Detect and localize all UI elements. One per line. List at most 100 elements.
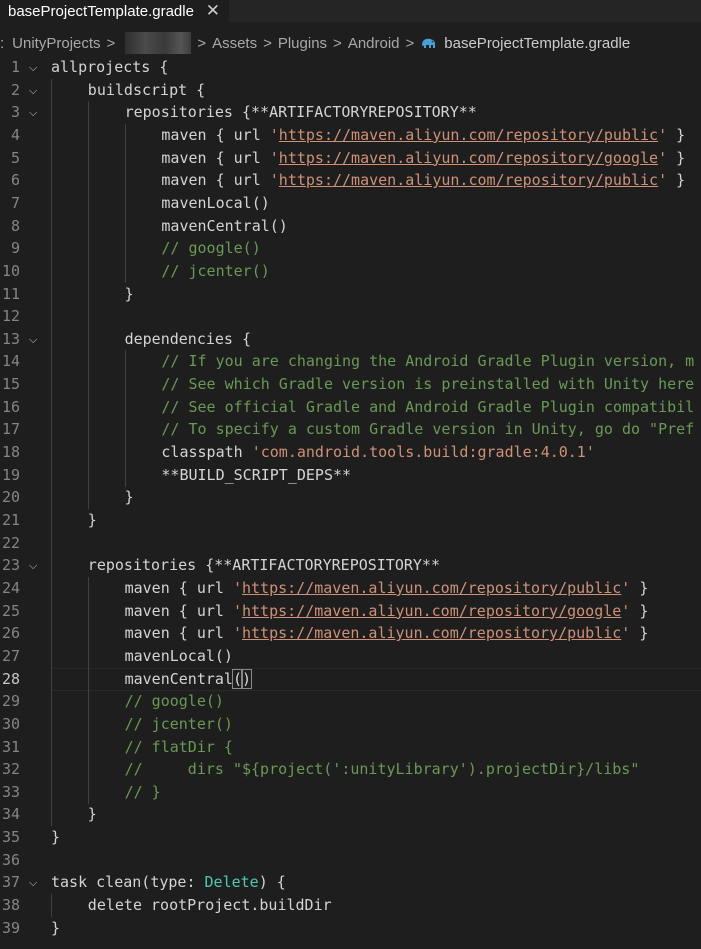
line-number: 1 <box>10 58 20 76</box>
code-line[interactable]: 22 <box>0 531 701 555</box>
breadcrumb-file[interactable]: baseProjectTemplate.gradle <box>444 35 630 52</box>
code-line[interactable]: 26 maven { url 'https://maven.aliyun.com/… <box>0 622 701 646</box>
fold-chevron-icon[interactable]: ⌵ <box>29 79 43 102</box>
code-line[interactable]: 25 maven { url 'https://maven.aliyun.com/… <box>0 599 701 623</box>
code-text: // To specify a custom Gradle version in… <box>161 418 694 441</box>
indent-guide <box>87 327 89 351</box>
indent-guide <box>87 282 89 306</box>
breadcrumb-item-assets[interactable]: Assets <box>212 35 257 52</box>
indent-guide <box>51 780 52 804</box>
code-token: allprojects { <box>51 58 169 76</box>
indent-guide <box>87 712 89 736</box>
code-line[interactable]: 9 // google() <box>0 237 701 261</box>
code-line[interactable]: 34} <box>0 803 701 827</box>
line-number: 12 <box>1 307 20 326</box>
code-line[interactable]: 29 // google() <box>0 690 701 714</box>
code-line[interactable]: 1 ⌵ allprojects { <box>0 56 701 79</box>
fold-chevron-icon[interactable]: ⌵ <box>29 871 43 894</box>
indent-guide <box>87 259 89 283</box>
code-line[interactable]: 2 ⌵ buildscript { <box>0 78 701 102</box>
code-token: } <box>667 171 686 190</box>
breadcrumb-item-unityprojects[interactable]: UnityProjects <box>12 35 100 52</box>
indent-guide <box>87 667 89 691</box>
code-line[interactable]: 7 mavenLocal() <box>0 191 701 215</box>
breadcrumb-item-android[interactable]: Android <box>348 35 400 52</box>
code-token: ) <box>240 668 253 689</box>
code-token: dependencies { <box>124 329 252 348</box>
indent-guide <box>87 237 89 261</box>
code-line[interactable]: 13 ⌵ dependencies { <box>0 327 701 351</box>
code-token: // google() <box>124 692 224 711</box>
tab-title: baseProjectTemplate.gradle <box>8 2 194 20</box>
code-line[interactable]: 18 classpath 'com.android.tools.build:gra… <box>0 441 701 465</box>
code-token: 'com.android.tools.build:gradle:4.0.1' <box>251 443 595 462</box>
code-token: maven { url <box>124 578 233 597</box>
code-token: maven { url <box>161 171 270 190</box>
code-text: } <box>125 486 134 509</box>
code-line[interactable]: 11} <box>0 282 701 306</box>
code-line[interactable]: 20} <box>0 486 701 510</box>
code-line[interactable]: 21} <box>0 509 701 532</box>
fold-chevron-icon[interactable]: ⌵ <box>29 328 43 351</box>
indent-guide <box>87 101 89 125</box>
code-line[interactable]: 5 maven { url 'https://maven.aliyun.com/r… <box>0 146 701 170</box>
code-line[interactable]: 4 maven { url 'https://maven.aliyun.com/r… <box>0 123 701 147</box>
indent-guide <box>87 441 89 465</box>
code-token: ' <box>658 125 668 144</box>
code-token[interactable]: https://maven.aliyun.com/repository/goog… <box>279 149 658 167</box>
code-line[interactable]: 36 <box>0 849 701 872</box>
close-icon[interactable]: ✕ <box>206 1 220 21</box>
code-text: repositories {**ARTIFACTORYREPOSITORY** <box>88 554 440 577</box>
code-token: ' <box>269 148 279 167</box>
code-line[interactable]: 28 mavenCentral() <box>0 667 701 691</box>
code-line[interactable]: 12 <box>0 305 701 329</box>
code-text: // google() <box>161 237 260 260</box>
code-line[interactable]: 10 // jcenter() <box>0 259 701 283</box>
editor-tab[interactable]: baseProjectTemplate.gradle ✕ <box>0 0 229 22</box>
code-line[interactable]: 33 // } <box>0 780 701 804</box>
code-line[interactable]: 27 mavenLocal() <box>0 644 701 668</box>
code-line[interactable]: 15 // See which Gradle version is preinst… <box>0 373 701 397</box>
code-line[interactable]: 31 // flatDir { <box>0 735 701 759</box>
breadcrumb-item-plugins[interactable]: Plugins <box>278 35 327 52</box>
code-line[interactable]: 6 maven { url 'https://maven.aliyun.com/r… <box>0 169 701 193</box>
fold-chevron-icon[interactable]: ⌵ <box>29 101 43 124</box>
code-line[interactable]: 19 **BUILD_SCRIPT_DEPS** <box>0 463 701 487</box>
code-token[interactable]: https://maven.aliyun.com/repository/publ… <box>242 579 621 597</box>
code-line[interactable]: 23 ⌵ repositories {**ARTIFACTORYREPOSITORY… <box>0 554 701 578</box>
code-text: // dirs "${project(':unityLibrary').proj… <box>125 758 640 781</box>
code-line[interactable]: 39} <box>0 917 701 940</box>
code-line[interactable]: 30 // jcenter() <box>0 712 701 736</box>
code-line[interactable]: 8 mavenCentral() <box>0 214 701 238</box>
code-token[interactable]: https://maven.aliyun.com/repository/goog… <box>242 602 621 620</box>
code-editor[interactable]: 1 ⌵ allprojects { 2 ⌵ buildscript {3 ⌵ reposito… <box>0 56 701 949</box>
code-token[interactable]: https://maven.aliyun.com/repository/publ… <box>242 624 621 642</box>
fold-chevron-icon[interactable]: ⌵ <box>29 56 43 79</box>
code-line[interactable]: 17 // To specify a custom Gradle version … <box>0 418 701 442</box>
code-token: } <box>667 125 686 144</box>
code-line[interactable]: 3 ⌵ repositories {**ARTIFACTORYREPOSITORY*… <box>0 101 701 125</box>
code-line[interactable]: 38 delete rootProject.buildDir <box>0 894 701 918</box>
fold-chevron-icon[interactable]: ⌵ <box>29 554 43 577</box>
indent-guide <box>51 486 52 510</box>
code-token: // See which Gradle version is preinstal… <box>161 375 695 394</box>
code-token[interactable]: https://maven.aliyun.com/repository/publ… <box>279 171 658 189</box>
code-token: ) { <box>258 873 286 892</box>
code-token[interactable]: https://maven.aliyun.com/repository/publ… <box>279 126 658 144</box>
indent-guide <box>51 622 52 646</box>
code-line[interactable]: 35} <box>0 826 701 849</box>
indent-guide <box>87 576 89 600</box>
code-line[interactable]: 16 // See official Gradle and Android Gra… <box>0 395 701 419</box>
code-token: mavenCentral() <box>161 216 288 235</box>
indent-guide <box>87 350 89 374</box>
line-number: 14 <box>1 352 20 371</box>
code-line[interactable]: 37 ⌵ task clean(type: Delete) { <box>0 871 701 894</box>
code-line[interactable]: 32 // dirs "${project(':unityLibrary').pr… <box>0 758 701 782</box>
code-line[interactable]: 14 // If you are changing the Android Gra… <box>0 350 701 374</box>
indent-guide <box>51 644 52 668</box>
line-number: 25 <box>1 601 20 620</box>
line-number: 15 <box>1 375 20 394</box>
code-text: classpath 'com.android.tools.build:gradl… <box>161 441 594 464</box>
code-line[interactable]: 24 maven { url 'https://maven.aliyun.com/… <box>0 576 701 600</box>
indent-guide <box>87 214 89 238</box>
